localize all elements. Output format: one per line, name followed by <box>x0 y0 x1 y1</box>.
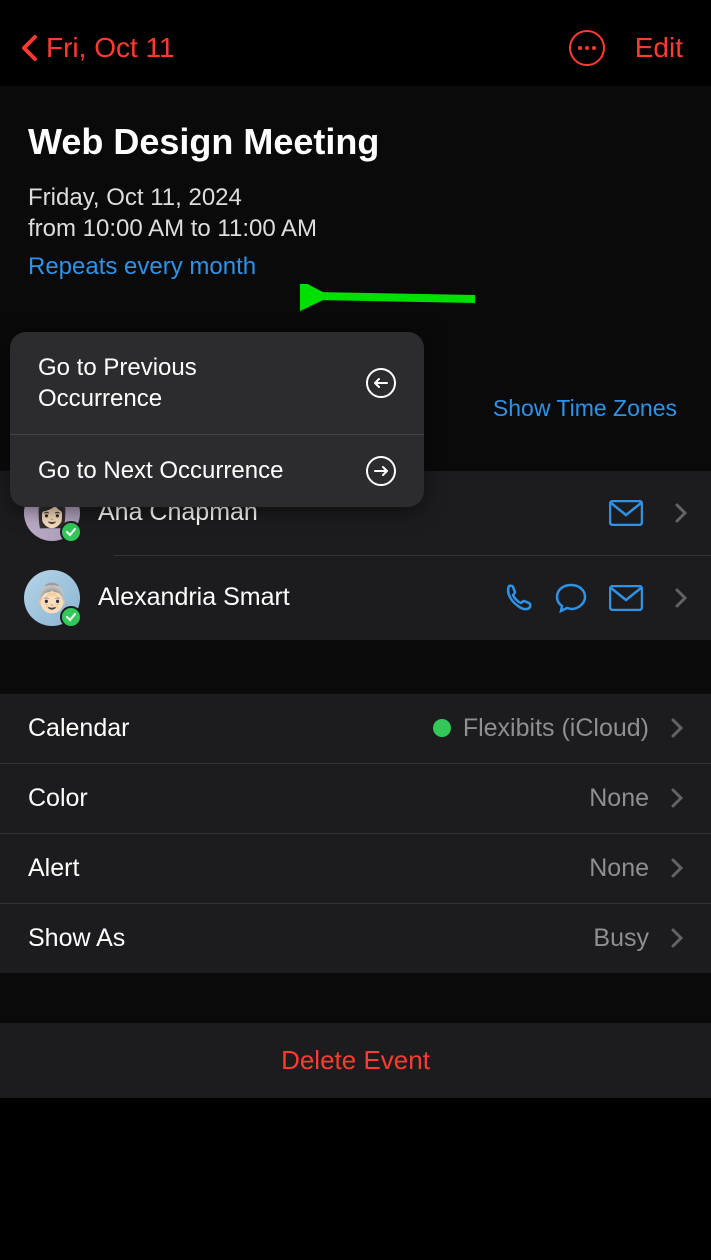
invitee-name: Alexandria Smart <box>98 583 485 612</box>
invitee-row[interactable]: 👵🏻 Alexandria Smart <box>0 556 711 640</box>
settings-section: Calendar Flexibits (iCloud) Color None A… <box>0 694 711 973</box>
check-icon <box>60 521 82 543</box>
chevron-right-icon <box>675 503 687 523</box>
edit-button[interactable]: Edit <box>635 32 683 64</box>
prev-occurrence-button[interactable]: Go to Previous Occurrence <box>10 332 424 435</box>
setting-value: Flexibits (iCloud) <box>463 714 649 743</box>
delete-section: Delete Event <box>0 1023 711 1098</box>
setting-value: None <box>589 784 649 813</box>
alert-row[interactable]: Alert None <box>0 833 711 903</box>
menu-item-label: Go to Previous Occurrence <box>38 352 318 414</box>
setting-value: None <box>589 854 649 883</box>
repeats-link[interactable]: Repeats every month <box>0 243 711 281</box>
back-label: Fri, Oct 11 <box>46 32 175 64</box>
setting-value: Busy <box>593 924 649 953</box>
arrow-left-circle-icon <box>366 368 396 398</box>
phone-icon[interactable] <box>503 583 533 613</box>
menu-item-label: Go to Next Occurrence <box>38 455 283 486</box>
arrow-right-circle-icon <box>366 456 396 486</box>
more-button[interactable] <box>569 30 605 66</box>
delete-button[interactable]: Delete Event <box>22 1045 689 1076</box>
ellipsis-icon <box>578 46 596 50</box>
check-icon <box>60 606 82 628</box>
chevron-right-icon <box>671 858 683 878</box>
avatar: 👵🏻 <box>24 570 80 626</box>
chevron-right-icon <box>675 588 687 608</box>
showas-row[interactable]: Show As Busy <box>0 903 711 973</box>
next-occurrence-button[interactable]: Go to Next Occurrence <box>10 435 424 506</box>
mail-icon[interactable] <box>609 585 643 611</box>
calendar-row[interactable]: Calendar Flexibits (iCloud) <box>0 694 711 763</box>
mail-icon[interactable] <box>609 500 643 526</box>
event-date: Friday, Oct 11, 2024 <box>0 181 711 215</box>
occurrence-popup: Go to Previous Occurrence Go to Next Occ… <box>10 332 424 507</box>
back-button[interactable]: Fri, Oct 11 <box>20 32 175 64</box>
setting-label: Color <box>28 784 88 813</box>
header-bar: Fri, Oct 11 Edit <box>0 0 711 86</box>
calendar-color-dot <box>433 719 451 737</box>
color-row[interactable]: Color None <box>0 763 711 833</box>
show-timezones-link[interactable]: Show Time Zones <box>493 395 677 422</box>
chevron-right-icon <box>671 788 683 808</box>
message-icon[interactable] <box>555 583 587 613</box>
setting-label: Show As <box>28 924 125 953</box>
event-title: Web Design Meeting <box>0 96 711 181</box>
chevron-right-icon <box>671 718 683 738</box>
chevron-left-icon <box>20 34 38 62</box>
setting-label: Calendar <box>28 714 129 743</box>
setting-label: Alert <box>28 854 79 883</box>
chevron-right-icon <box>671 928 683 948</box>
annotation-arrow-icon <box>300 284 480 314</box>
event-time: from 10:00 AM to 11:00 AM <box>0 215 711 243</box>
